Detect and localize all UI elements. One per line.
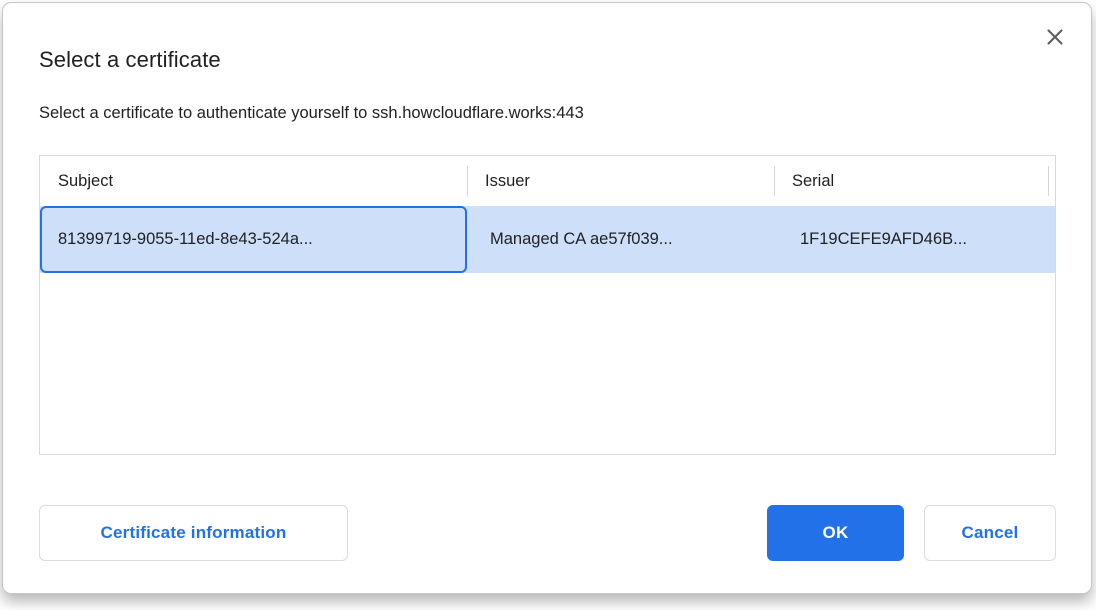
- column-header-subject: Subject: [40, 156, 467, 206]
- cancel-button[interactable]: Cancel: [924, 505, 1056, 561]
- table-header-row: Subject Issuer Serial: [40, 156, 1055, 206]
- certificate-information-button[interactable]: Certificate information: [39, 505, 348, 561]
- close-icon: [1044, 26, 1066, 48]
- certificate-row[interactable]: 81399719-9055-11ed-8e43-524a... Managed …: [40, 206, 1055, 273]
- column-header-issuer: Issuer: [467, 156, 774, 206]
- subject-cell[interactable]: 81399719-9055-11ed-8e43-524a...: [40, 206, 467, 273]
- serial-cell[interactable]: 1F19CEFE9AFD46B...: [774, 206, 1055, 273]
- issuer-cell[interactable]: Managed CA ae57f039...: [467, 206, 774, 273]
- table-empty-area: [40, 273, 1055, 454]
- column-header-serial: Serial: [774, 156, 1055, 206]
- dialog-footer: Certificate information OK Cancel: [39, 505, 1056, 561]
- dialog-title: Select a certificate: [39, 47, 221, 73]
- certificate-table: Subject Issuer Serial 81399719-9055-11ed…: [39, 155, 1056, 455]
- ok-button[interactable]: OK: [767, 505, 904, 561]
- header-divider: [1048, 166, 1049, 196]
- dialog-subtitle: Select a certificate to authenticate you…: [39, 104, 584, 123]
- close-button[interactable]: [1041, 23, 1069, 51]
- certificate-select-dialog: Select a certificate Select a certificat…: [2, 2, 1092, 594]
